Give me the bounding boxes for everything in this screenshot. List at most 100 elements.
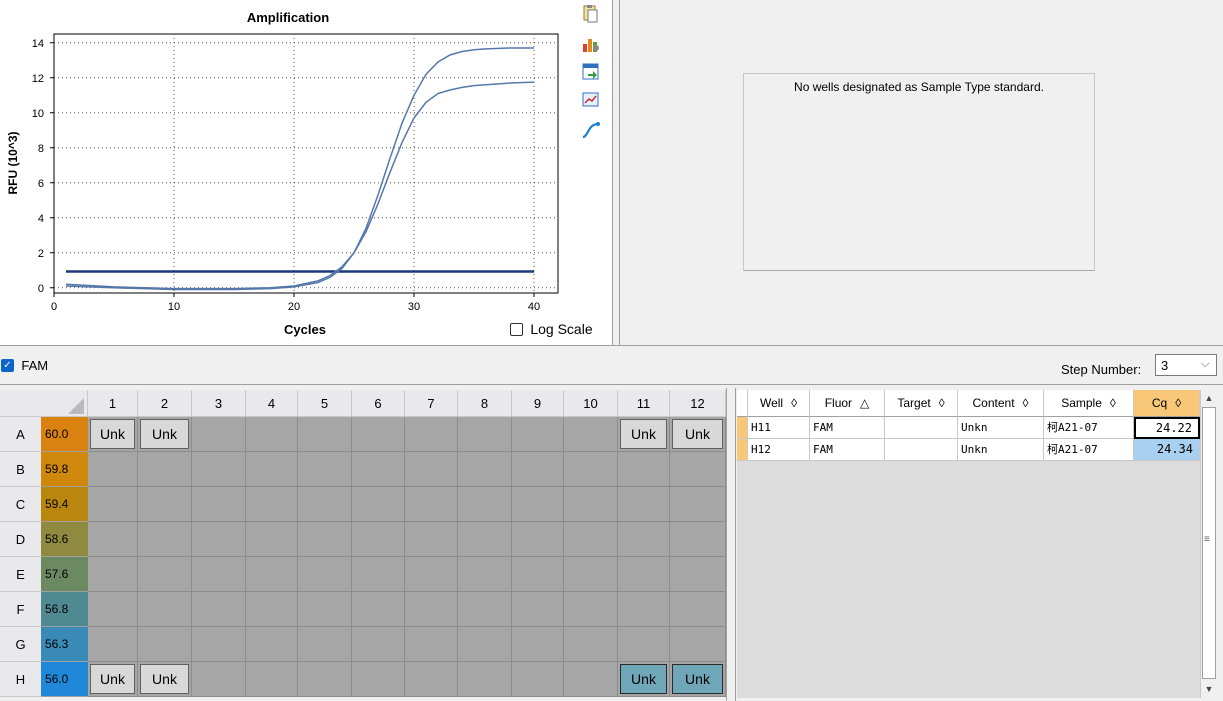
well-C12[interactable] [670,487,726,522]
well-H5[interactable] [298,662,352,697]
scrollbar-thumb[interactable]: ≡ [1202,407,1216,679]
well-B3[interactable] [192,452,246,487]
cell-fluor[interactable]: FAM [810,417,885,439]
well-A8[interactable] [458,417,512,452]
well-A12[interactable]: Unk [670,417,726,452]
sort-icon[interactable]: ◊ [1023,396,1029,410]
well-F12[interactable] [670,592,726,627]
well-A1[interactable]: Unk [88,417,138,452]
well-B10[interactable] [564,452,618,487]
well-D10[interactable] [564,522,618,557]
well-C4[interactable] [246,487,298,522]
well-F1[interactable] [88,592,138,627]
well-A7[interactable] [405,417,458,452]
cell-cq[interactable]: 24.34 [1134,439,1200,461]
table-vertical-scrollbar[interactable]: ▲ ≡ ▼ [1200,390,1217,698]
well-H10[interactable] [564,662,618,697]
fam-toggle[interactable]: ✓ FAM [1,358,48,373]
well-F3[interactable] [192,592,246,627]
sort-icon[interactable]: ◊ [939,396,945,410]
well-D9[interactable] [512,522,564,557]
column-header-9[interactable]: 9 [512,390,564,417]
cell-content[interactable]: Unkn [958,417,1044,439]
well-B8[interactable] [458,452,512,487]
column-header-12[interactable]: 12 [670,390,726,417]
cell-target[interactable] [885,439,958,461]
well-H6[interactable] [352,662,405,697]
row-header-B[interactable]: B [0,452,41,487]
well-C8[interactable] [458,487,512,522]
column-header-11[interactable]: 11 [618,390,670,417]
well-H4[interactable] [246,662,298,697]
well-B2[interactable] [138,452,192,487]
well-G10[interactable] [564,627,618,662]
column-header-2[interactable]: 2 [138,390,192,417]
well-G3[interactable] [192,627,246,662]
cell-target[interactable] [885,417,958,439]
column-header-5[interactable]: 5 [298,390,352,417]
well-F8[interactable] [458,592,512,627]
well-G2[interactable] [138,627,192,662]
row-header-F[interactable]: F [0,592,41,627]
sort-icon[interactable]: ◊ [1110,396,1116,410]
well-H2[interactable]: Unk [138,662,192,697]
well-C7[interactable] [405,487,458,522]
cell-fluor[interactable]: FAM [810,439,885,461]
row-header-G[interactable]: G [0,627,41,662]
cell-cq[interactable]: 24.22 [1134,417,1200,439]
column-header-8[interactable]: 8 [458,390,512,417]
well-F11[interactable] [618,592,670,627]
row-header-A[interactable]: A [0,417,41,452]
column-header-sample[interactable]: Sample ◊ [1044,390,1134,417]
well-B5[interactable] [298,452,352,487]
well-D8[interactable] [458,522,512,557]
well-G6[interactable] [352,627,405,662]
scroll-up-icon[interactable]: ▲ [1201,390,1217,406]
column-header-3[interactable]: 3 [192,390,246,417]
well-B12[interactable] [670,452,726,487]
well-C11[interactable] [618,487,670,522]
column-header-cq[interactable]: Cq ◊ [1134,390,1200,417]
log-scale-checkbox[interactable] [510,322,523,336]
well-A6[interactable] [352,417,405,452]
chart-options-icon[interactable] [580,34,602,54]
well-H8[interactable] [458,662,512,697]
vertical-splitter[interactable] [612,0,620,345]
well-D1[interactable] [88,522,138,557]
well-A9[interactable] [512,417,564,452]
trace-styles-icon[interactable] [580,120,602,140]
well-D5[interactable] [298,522,352,557]
row-header-H[interactable]: H [0,662,41,697]
column-header-content[interactable]: Content ◊ [958,390,1044,417]
well-G7[interactable] [405,627,458,662]
row-header-D[interactable]: D [0,522,41,557]
export-chart-icon[interactable] [580,62,602,82]
well-E9[interactable] [512,557,564,592]
sort-icon[interactable]: ◊ [1175,396,1181,410]
well-E11[interactable] [618,557,670,592]
column-header-4[interactable]: 4 [246,390,298,417]
well-G11[interactable] [618,627,670,662]
well-A2[interactable]: Unk [138,417,192,452]
column-header-7[interactable]: 7 [405,390,458,417]
log-scale-toggle[interactable]: Log Scale [510,321,593,337]
well-A10[interactable] [564,417,618,452]
well-H11[interactable]: Unk [618,662,670,697]
well-C9[interactable] [512,487,564,522]
well-C6[interactable] [352,487,405,522]
well-B6[interactable] [352,452,405,487]
well-E6[interactable] [352,557,405,592]
column-header-1[interactable]: 1 [88,390,138,417]
well-D3[interactable] [192,522,246,557]
well-C10[interactable] [564,487,618,522]
cell-sample[interactable]: 柯A21-07 [1044,417,1134,439]
well-D6[interactable] [352,522,405,557]
step-number-select[interactable]: 3 ⌵ [1155,354,1217,376]
sort-icon[interactable]: ◊ [791,396,797,410]
well-F5[interactable] [298,592,352,627]
well-F7[interactable] [405,592,458,627]
well-E2[interactable] [138,557,192,592]
well-E8[interactable] [458,557,512,592]
well-H7[interactable] [405,662,458,697]
well-G8[interactable] [458,627,512,662]
